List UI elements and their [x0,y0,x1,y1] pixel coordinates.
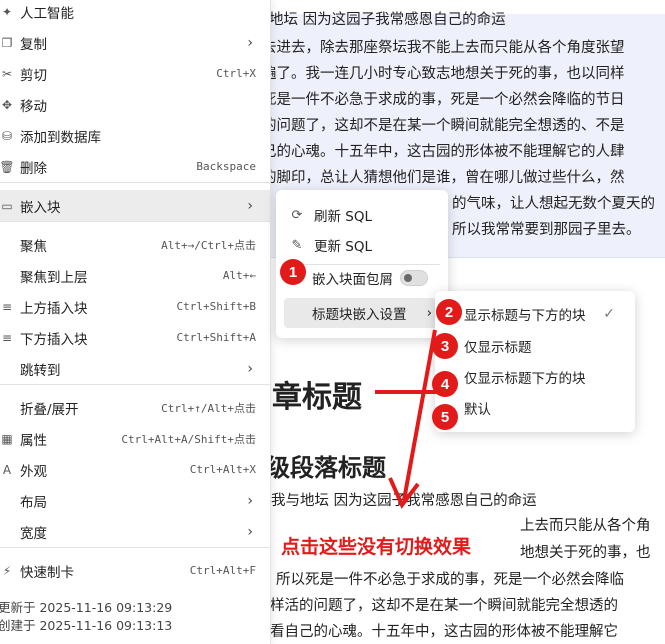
annotation-badge-2: 2 [436,299,462,325]
annotation-badge-5: 5 [432,404,458,430]
annotation-badge-1: 1 [280,259,306,285]
annotation-arrow-shaft [402,329,437,501]
annotation-note: 点击这些没有切换效果 [281,536,472,558]
annotation-badge-4: 4 [432,371,458,397]
annotation-badge-3: 3 [432,333,458,359]
